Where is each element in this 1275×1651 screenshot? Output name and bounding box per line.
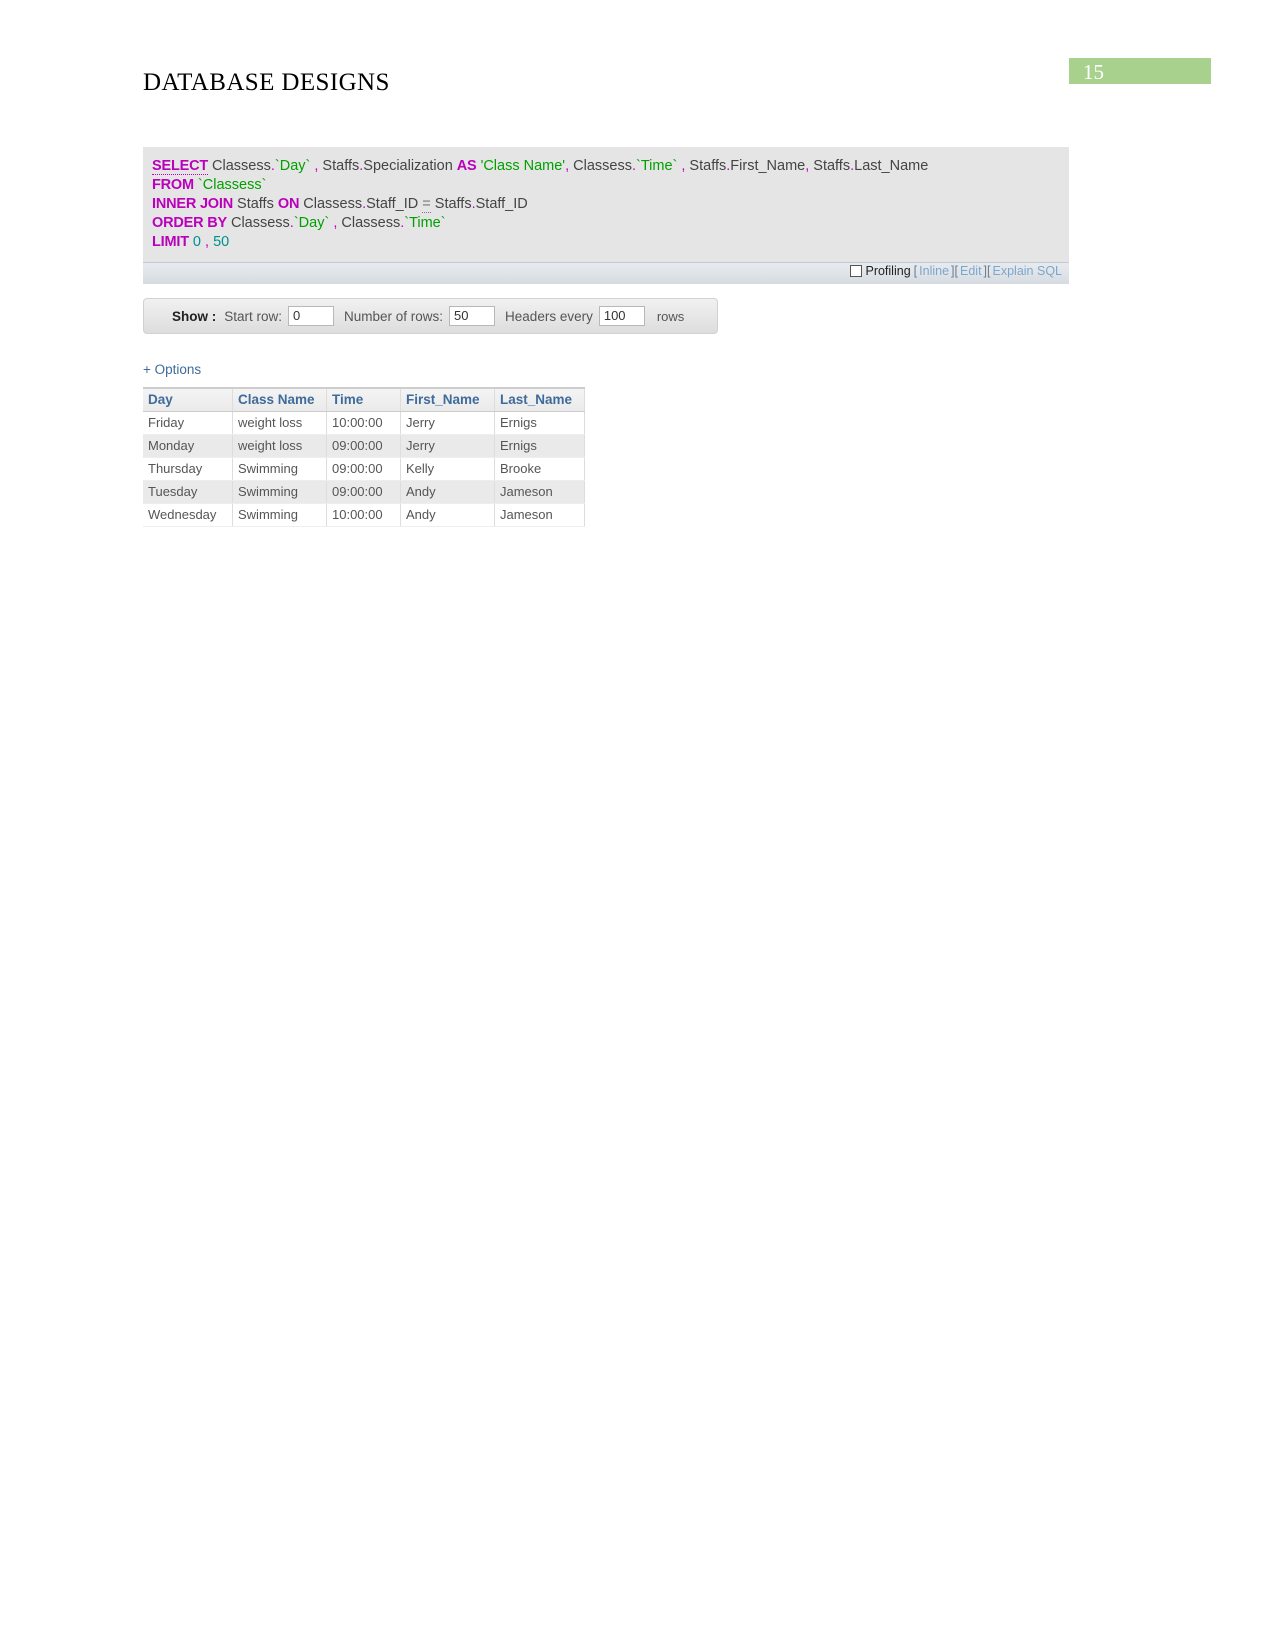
sql-token: Last_Name (854, 158, 929, 174)
explain-sql-link[interactable]: Explain SQL (991, 264, 1064, 278)
sql-token: ON (277, 196, 300, 212)
table-row: Monday weight loss 09:00:00 Jerry Ernigs (143, 434, 585, 458)
sql-token: Staffs (318, 158, 360, 174)
column-header-time[interactable]: Time (326, 388, 401, 412)
sql-token: Classess (299, 196, 363, 212)
sql-token: First_Name (730, 158, 806, 174)
column-header-last-name[interactable]: Last_Name (494, 388, 585, 412)
sql-token: Staff_ID (475, 196, 528, 212)
table-row: Thursday Swimming 09:00:00 Kelly Brooke (143, 457, 585, 481)
profiling-checkbox[interactable] (850, 265, 863, 277)
sql-token: `Time` (404, 215, 446, 231)
sql-line-5: LIMIT 0 , 50 (152, 233, 1060, 252)
sql-token: Classess (569, 158, 632, 174)
results-table-body: Friday weight loss 10:00:00 Jerry Ernigs Mond… (143, 411, 585, 527)
start-row-input[interactable] (288, 306, 335, 326)
sql-line-3: INNER JOIN Staffs ON Classess.Staff_ID =… (152, 195, 1060, 214)
rows-label: rows (656, 308, 685, 324)
results-table-wrapper: Day Class Name Time First_Name Last_Name Fri… (143, 387, 585, 527)
table-cell: Friday (143, 411, 233, 435)
table-cell: Andy (400, 503, 495, 527)
table-cell: Andy (400, 480, 495, 504)
sql-token: LIMIT (152, 234, 189, 250)
table-cell: weight loss (232, 411, 327, 435)
sql-token: `Day` (274, 158, 311, 174)
inline-link[interactable]: Inline (917, 264, 951, 278)
sql-token: Classess (337, 215, 401, 231)
page-number-text: 15 (1083, 60, 1104, 84)
column-header-day[interactable]: Day (143, 388, 233, 412)
sql-token: AS (456, 158, 477, 174)
table-cell: Tuesday (143, 480, 233, 504)
table-cell: Jerry (400, 411, 495, 435)
sql-token: FROM (152, 177, 194, 193)
sql-token: Classess (212, 158, 271, 174)
sql-query-text: SELECT Classess.`Day` , Staffs.Specializ… (143, 147, 1069, 263)
table-header-row: Day Class Name Time First_Name Last_Name (143, 388, 585, 412)
headers-every-label: Headers every (505, 308, 593, 324)
sql-token: Staffs (430, 196, 472, 212)
table-cell: Jameson (494, 480, 585, 504)
number-of-rows-label: Number of rows: (344, 308, 444, 324)
column-header-class-name[interactable]: Class Name (232, 388, 327, 412)
table-cell: Monday (143, 434, 233, 458)
table-cell: 10:00:00 (326, 411, 401, 435)
sql-token: 'Class Name' (480, 158, 566, 174)
table-cell: Ernigs (494, 434, 585, 458)
table-row: Wednesday Swimming 10:00:00 Andy Jameson (143, 503, 585, 527)
headers-every-input[interactable] (598, 306, 645, 326)
table-cell: Ernigs (494, 411, 585, 435)
table-cell: Swimming (232, 480, 327, 504)
profiling-label: Profiling (865, 264, 911, 278)
column-header-first-name[interactable]: First_Name (400, 388, 495, 412)
results-table: Day Class Name Time First_Name Last_Name Fri… (143, 387, 585, 527)
table-cell: 09:00:00 (326, 457, 401, 481)
page-number-badge: 15 (1069, 58, 1211, 84)
sql-token: 0 (192, 234, 201, 250)
table-row: Friday weight loss 10:00:00 Jerry Ernigs (143, 411, 585, 435)
sql-token: = (422, 196, 431, 213)
table-cell: Jameson (494, 503, 585, 527)
sql-token: Classess (226, 215, 290, 231)
sql-toolbar: Profiling [ Inline ] [ Edit ] [ Explain … (143, 262, 1069, 284)
sql-query-box: SELECT Classess.`Day` , Staffs.Specializ… (143, 147, 1069, 264)
table-cell: Jerry (400, 434, 495, 458)
show-label: Show : (172, 308, 217, 324)
sql-line-1: SELECT Classess.`Day` , Staffs.Specializ… (152, 157, 1060, 176)
sql-token: `Time` (636, 158, 678, 174)
results-table-head: Day Class Name Time First_Name Last_Name (143, 388, 585, 412)
sql-token: 50 (213, 234, 230, 250)
table-cell: Swimming (232, 457, 327, 481)
table-cell: Thursday (143, 457, 233, 481)
table-row: Tuesday Swimming 09:00:00 Andy Jameson (143, 480, 585, 504)
show-bar: Show : Start row: Number of rows: Header… (143, 298, 718, 334)
page-header: DATABASE DESIGNS 15 (0, 0, 1275, 120)
options-toggle-link[interactable]: + Options (143, 362, 201, 377)
sql-token: `Classess` (197, 177, 267, 193)
table-cell: 09:00:00 (326, 480, 401, 504)
sql-line-4: ORDER BY Classess.`Day` , Classess.`Time… (152, 214, 1060, 233)
sql-token: Staff_ID (366, 196, 423, 212)
sql-line-2: FROM `Classess` (152, 176, 1060, 195)
sql-token: Staffs (233, 196, 278, 212)
number-of-rows-input[interactable] (449, 306, 496, 326)
table-cell: Swimming (232, 503, 327, 527)
page-title: DATABASE DESIGNS (143, 69, 390, 96)
sql-token: `Day` (293, 215, 330, 231)
table-cell: 10:00:00 (326, 503, 401, 527)
table-cell: Wednesday (143, 503, 233, 527)
table-cell: Brooke (494, 457, 585, 481)
table-cell: Kelly (400, 457, 495, 481)
table-cell: weight loss (232, 434, 327, 458)
edit-link[interactable]: Edit (958, 264, 984, 278)
sql-token: Staffs (685, 158, 727, 174)
table-cell: 09:00:00 (326, 434, 401, 458)
sql-token: Specialization (363, 158, 457, 174)
sql-token: Staffs (809, 158, 851, 174)
sql-token: INNER JOIN (152, 196, 233, 212)
sql-token: ORDER BY (152, 215, 227, 231)
start-row-label: Start row: (224, 308, 283, 324)
sql-token: SELECT (152, 158, 208, 175)
